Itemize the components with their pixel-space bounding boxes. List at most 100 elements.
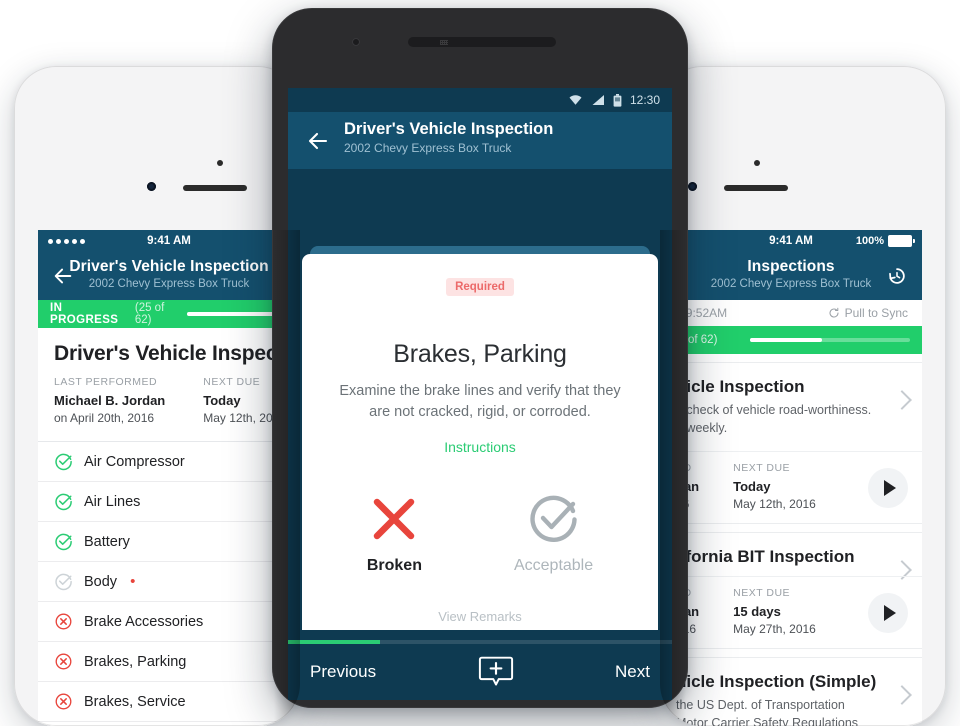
inspection-card[interactable]: hicle Inspectione check of vehicle road-… [660, 362, 922, 524]
right-navbar-subtitle: 2002 Chevy Express Box Truck [672, 278, 910, 290]
battery-icon [888, 235, 912, 247]
desc-line: Motor Carrier Safety Regulations [676, 715, 882, 726]
wifi-icon [568, 94, 583, 106]
x-mark-icon [367, 491, 422, 547]
right-navbar: Inspections 2002 Chevy Express Box Truck [660, 252, 922, 300]
checklist-item-label: Brakes, Parking [84, 654, 186, 670]
view-remarks-label[interactable]: View Remarks [302, 609, 658, 624]
inspection-card-meta: EDdan016NEXT DUE15 daysMay 27th, 2016 [660, 576, 922, 648]
right-progress-bar [750, 338, 910, 342]
right-phone-screen: 9:41 AM 100% Inspections 2002 Chevy Expr… [660, 230, 922, 726]
required-dot: • [130, 574, 135, 589]
right-status-bar: 9:41 AM 100% [660, 230, 922, 252]
left-progress-strip: IN PROGRESS (25 of 62) [38, 300, 300, 328]
meta-column: NEXT DUE 15 days May 27th, 2016 [733, 587, 816, 636]
center-phone-screen: 12:30 Driver's Vehicle Inspection 2002 C… [288, 88, 672, 700]
left-navbar: Driver's Vehicle Inspection 2002 Chevy E… [38, 252, 300, 300]
center-navbar: Driver's Vehicle Inspection 2002 Chevy E… [288, 112, 672, 169]
meta-subvalue: on April 20th, 2016 [54, 411, 165, 425]
center-phone-camera-icon [352, 38, 360, 46]
center-phone-speaker-grille-icon [440, 40, 448, 45]
x-circle-icon [54, 612, 73, 631]
desc-line: the US Dept. of Transportation [676, 697, 882, 715]
start-inspection-play-button[interactable] [868, 593, 908, 633]
signal-bars-icon [591, 94, 605, 106]
inspection-card-description: the US Dept. of TransportationMotor Carr… [660, 692, 922, 726]
history-clock-icon[interactable] [886, 265, 908, 287]
play-icon [884, 480, 896, 496]
add-note-icon[interactable] [478, 655, 514, 689]
back-arrow-icon[interactable] [306, 129, 330, 153]
check-circle-pending-icon [54, 572, 73, 591]
left-navbar-title: Driver's Vehicle Inspection [50, 258, 288, 276]
choice-acceptable-label: Acceptable [514, 557, 593, 575]
inspection-card-meta: EDdan16NEXT DUETodayMay 12th, 2016 [660, 451, 922, 523]
checklist-item[interactable]: Battery [38, 522, 300, 562]
checklist-item[interactable]: Air Lines [38, 482, 300, 522]
check-circle-icon [514, 491, 593, 547]
inspection-card[interactable]: lifornia BIT InspectionEDdan016NEXT DUE1… [660, 532, 922, 649]
choice-broken[interactable]: Broken [367, 491, 422, 575]
start-inspection-play-button[interactable] [868, 468, 908, 508]
checklist-item-label: Brakes, Service [84, 694, 186, 710]
checklist-item-label: Air Compressor [84, 454, 185, 470]
right-progress-strip: 25 of 62) [660, 326, 922, 354]
next-button[interactable]: Next [615, 662, 650, 682]
center-phone-speaker-icon [408, 37, 556, 47]
inspection-checklist: Air Compressor Air Lines Battery Body • B… [38, 442, 300, 726]
meta-value: Michael B. Jordan [54, 393, 165, 408]
inspection-card-description: e check of vehicle road-worthiness.d wee… [660, 397, 922, 451]
instructions-link[interactable]: Instructions [444, 439, 516, 455]
left-phone-camera-icon [147, 182, 156, 191]
left-phone-speaker-icon [183, 185, 247, 191]
meta-label: NEXT DUE [733, 587, 816, 599]
check-circle-icon [54, 532, 73, 551]
checklist-item[interactable]: Brake Accessories [38, 602, 300, 642]
pull-to-sync-row[interactable]: y, 9:52AM Pull to Sync [660, 300, 922, 326]
checklist-item-label: Body [84, 574, 117, 590]
meta-value: Today [733, 479, 816, 494]
back-arrow-icon[interactable] [52, 265, 74, 287]
checklist-item[interactable]: Air Compressor [38, 442, 300, 482]
left-phone-device: 9:41 AM Driver's Vehicle Inspection 2002… [14, 66, 300, 726]
right-status-time: 9:41 AM [660, 235, 922, 247]
inspection-card-description [660, 567, 922, 576]
center-navbar-subtitle: 2002 Chevy Express Box Truck [344, 141, 660, 155]
left-status-bar: 9:41 AM [38, 230, 300, 252]
inspection-card-title: hicle Inspection (Simple) [660, 658, 922, 692]
left-navbar-subtitle: 2002 Chevy Express Box Truck [50, 278, 288, 290]
previous-button[interactable]: Previous [310, 662, 376, 682]
left-progress-label: IN PROGRESS [50, 302, 129, 326]
checklist-item[interactable]: Brakes, Service [38, 682, 300, 722]
center-app-body: 12:30 Driver's Vehicle Inspection 2002 C… [288, 88, 672, 700]
meta-column: NEXT DUETodayMay 12th, 2016 [733, 462, 816, 511]
checklist-item-label: Battery [84, 534, 130, 550]
screenshot-stage: 9:41 AM Driver's Vehicle Inspection 2002… [0, 0, 960, 704]
inspection-card-title: hicle Inspection [660, 363, 922, 397]
left-status-time: 9:41 AM [38, 235, 300, 247]
right-phone-camera-icon [688, 182, 697, 191]
center-status-time: 12:30 [630, 93, 660, 107]
check-circle-icon [54, 452, 73, 471]
right-phone-speaker-icon [724, 185, 788, 191]
checklist-item[interactable]: Brakes, Parking [38, 642, 300, 682]
left-phone-screen: 9:41 AM Driver's Vehicle Inspection 2002… [38, 230, 300, 726]
play-icon [884, 605, 896, 621]
meta-label: NEXT DUE [733, 462, 816, 474]
choice-acceptable[interactable]: Acceptable [514, 491, 593, 575]
center-bottom-bar: Previous Next [288, 644, 672, 700]
checklist-item-label: Air Lines [84, 494, 140, 510]
meta-subvalue: May 27th, 2016 [733, 622, 816, 636]
checklist-item[interactable]: Clutch [38, 722, 300, 726]
choice-broken-label: Broken [367, 557, 422, 575]
left-meta-row: LAST PERFORMED Michael B. Jordan on Apri… [38, 376, 300, 441]
right-phone-device: 9:41 AM 100% Inspections 2002 Chevy Expr… [660, 66, 946, 726]
inspection-card[interactable]: hicle Inspection (Simple)the US Dept. of… [660, 657, 922, 726]
meta-label: LAST PERFORMED [54, 376, 165, 388]
left-phone-sensor-icon [217, 160, 223, 166]
right-phone-sensor-icon [754, 160, 760, 166]
pull-to-sync-label: Pull to Sync [845, 306, 908, 320]
checklist-item[interactable]: Body • [38, 562, 300, 602]
desc-line: e check of vehicle road-worthiness. [676, 402, 882, 420]
meta-value: 15 days [733, 604, 816, 619]
